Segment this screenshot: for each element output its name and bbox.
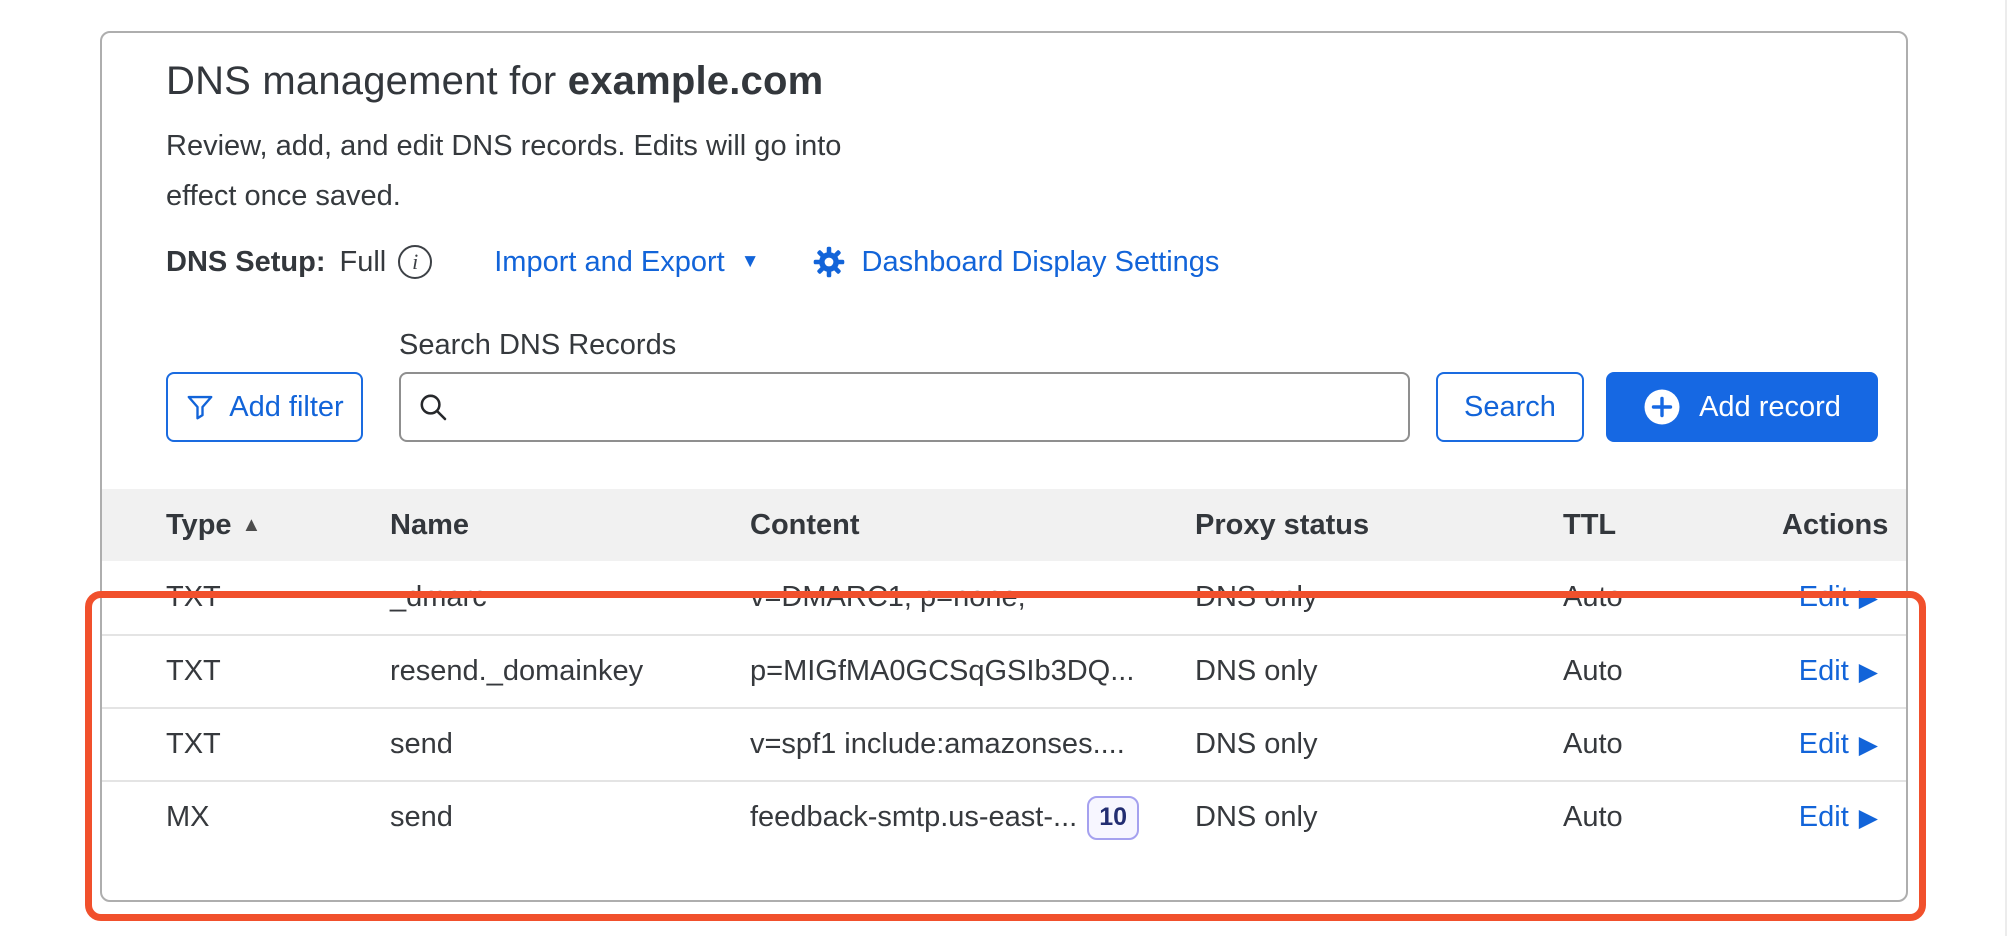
record-ttl: Auto [1563, 655, 1782, 688]
edit-arrow-icon: ▶ [1859, 658, 1878, 685]
search-input-wrap [399, 372, 1410, 442]
search-section: Search DNS Records Add filter [166, 329, 1878, 442]
record-type: TXT [166, 655, 390, 688]
page-edge-divider [2005, 0, 2007, 936]
column-header-proxy-status[interactable]: Proxy status [1195, 509, 1563, 542]
page-title: DNS management for example.com [166, 55, 1878, 107]
record-actions: Edit ▶ [1782, 655, 1878, 688]
edit-record-button[interactable]: Edit ▶ [1799, 581, 1878, 614]
record-type: TXT [166, 728, 390, 761]
table-header-row: Type ▲ Name Content Proxy status TTL Act… [102, 489, 1906, 561]
import-export-link[interactable]: Import and Export ▼ [494, 246, 759, 279]
add-record-button[interactable]: Add record [1606, 372, 1878, 442]
edit-label: Edit [1799, 655, 1849, 688]
column-header-ttl[interactable]: TTL [1563, 509, 1782, 542]
record-name: _dmarc [390, 581, 750, 614]
chevron-down-icon: ▼ [741, 251, 760, 273]
edit-arrow-icon: ▶ [1859, 804, 1878, 831]
dns-records-table: Type ▲ Name Content Proxy status TTL Act… [102, 489, 1906, 853]
column-header-actions: Actions [1782, 509, 1888, 542]
edit-arrow-icon: ▶ [1859, 584, 1878, 611]
record-proxy-status: DNS only [1195, 655, 1563, 688]
search-dns-records-input[interactable] [399, 372, 1410, 442]
info-icon[interactable]: i [398, 245, 432, 279]
column-header-name[interactable]: Name [390, 509, 750, 542]
edit-arrow-icon: ▶ [1859, 731, 1878, 758]
table-row: TXT send v=spf1 include:amazonses.... DN… [102, 707, 1906, 780]
record-ttl: Auto [1563, 728, 1782, 761]
record-proxy-status: DNS only [1195, 728, 1563, 761]
record-content-text: feedback-smtp.us-east-... [750, 801, 1077, 834]
search-button-label: Search [1464, 391, 1556, 424]
import-export-label: Import and Export [494, 246, 725, 279]
dns-management-card: DNS management for example.com Review, a… [100, 31, 1908, 902]
column-header-content[interactable]: Content [750, 509, 1195, 542]
dashboard-display-settings-link[interactable]: Dashboard Display Settings [812, 245, 1220, 279]
mx-priority-badge: 10 [1087, 796, 1139, 840]
sort-ascending-icon: ▲ [242, 514, 262, 537]
column-header-type-label: Type [166, 509, 232, 542]
record-proxy-status: DNS only [1195, 581, 1563, 614]
dns-setup-row: DNS Setup: Full i Import and Export ▼ [166, 245, 1878, 279]
column-header-type[interactable]: Type ▲ [166, 509, 390, 542]
edit-record-button[interactable]: Edit ▶ [1799, 728, 1878, 761]
table-row: TXT resend._domainkey p=MIGfMA0GCSqGSIb3… [102, 634, 1906, 707]
edit-record-button[interactable]: Edit ▶ [1799, 655, 1878, 688]
record-name: send [390, 801, 750, 834]
dns-setup-label: DNS Setup: [166, 246, 326, 279]
page-title-prefix: DNS management for [166, 59, 568, 103]
plus-circle-icon [1643, 388, 1681, 426]
add-record-label: Add record [1699, 391, 1841, 424]
add-filter-label: Add filter [229, 391, 343, 424]
dns-setup-value: Full [340, 246, 387, 279]
record-content: v=spf1 include:amazonses.... [750, 728, 1195, 761]
record-type: TXT [166, 581, 390, 614]
search-button[interactable]: Search [1436, 372, 1584, 442]
record-actions: Edit ▶ [1782, 801, 1878, 834]
table-row: TXT _dmarc v=DMARC1; p=none; DNS only Au… [102, 561, 1906, 634]
record-type: MX [166, 801, 390, 834]
record-name: resend._domainkey [390, 655, 750, 688]
dashboard-display-settings-label: Dashboard Display Settings [862, 246, 1220, 279]
record-content: feedback-smtp.us-east-... 10 [750, 796, 1195, 840]
record-ttl: Auto [1563, 801, 1782, 834]
gear-icon [812, 245, 846, 279]
edit-label: Edit [1799, 581, 1849, 614]
edit-label: Edit [1799, 801, 1849, 834]
page-title-domain: example.com [568, 59, 824, 103]
record-actions: Edit ▶ [1782, 728, 1878, 761]
record-proxy-status: DNS only [1195, 801, 1563, 834]
edit-label: Edit [1799, 728, 1849, 761]
record-ttl: Auto [1563, 581, 1782, 614]
page: DNS management for example.com Review, a… [0, 0, 2012, 936]
filter-funnel-icon [185, 392, 215, 422]
page-subtitle: Review, add, and edit DNS records. Edits… [166, 121, 856, 221]
record-content: v=DMARC1; p=none; [750, 581, 1195, 614]
record-name: send [390, 728, 750, 761]
record-actions: Edit ▶ [1782, 581, 1878, 614]
record-content: p=MIGfMA0GCSqGSIb3DQ... [750, 655, 1195, 688]
search-input-label: Search DNS Records [399, 329, 1878, 362]
edit-record-button[interactable]: Edit ▶ [1799, 801, 1878, 834]
add-filter-button[interactable]: Add filter [166, 372, 363, 442]
table-row: MX send feedback-smtp.us-east-... 10 DNS… [102, 780, 1906, 853]
